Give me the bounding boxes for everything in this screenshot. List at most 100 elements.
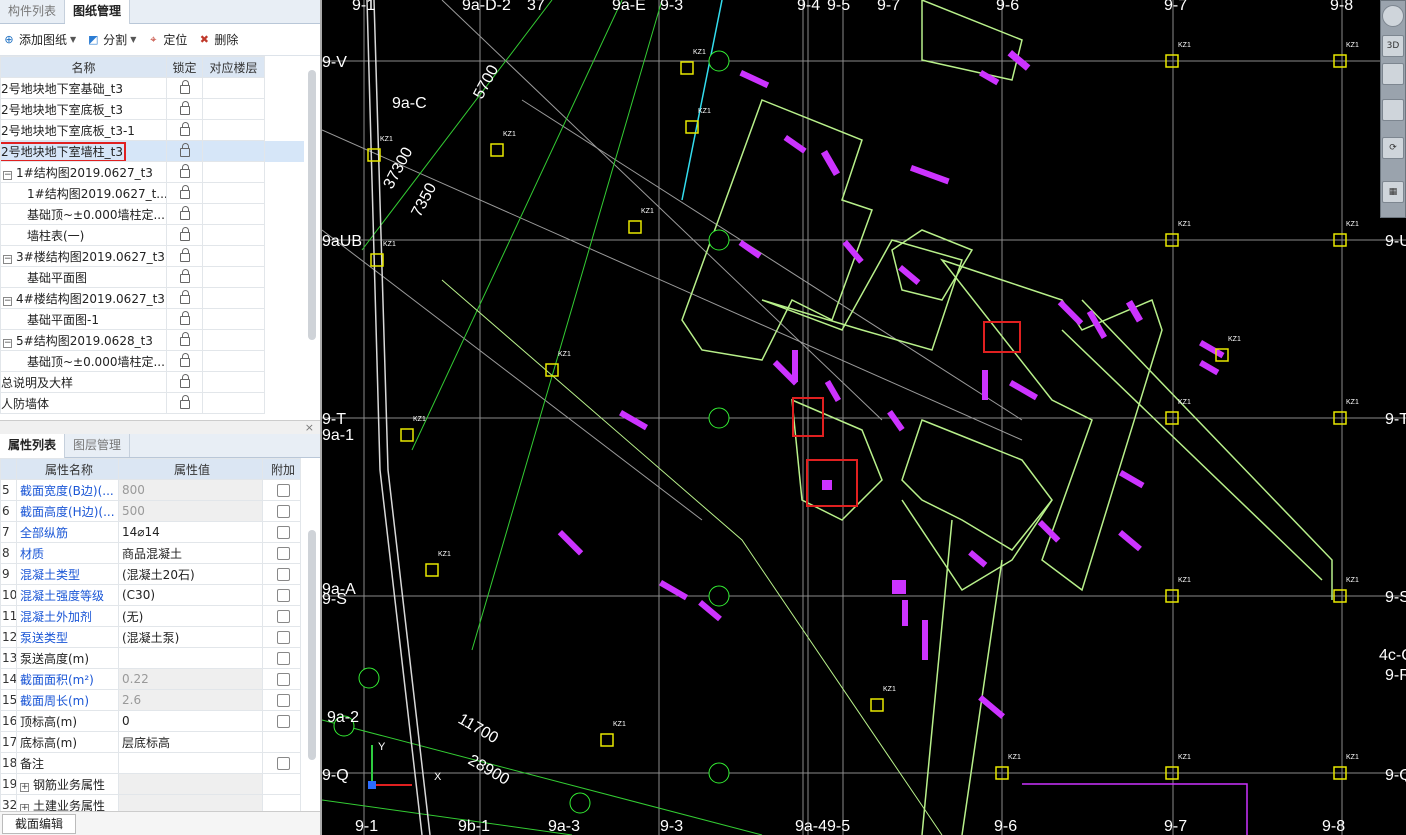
floor-cell[interactable] (202, 350, 265, 372)
rotate-icon[interactable]: ⟳ (1382, 137, 1404, 159)
property-row[interactable]: 16 顶标高(m) 0 (0, 710, 301, 732)
property-scrollbar[interactable] (308, 530, 316, 760)
lock-icon[interactable] (179, 122, 190, 136)
drawing-name-cell[interactable]: 2号地块地下室墙柱_t3 (0, 140, 167, 162)
floor-cell[interactable] (202, 203, 265, 225)
drawing-name-cell[interactable]: 1#结构图2019.0627_t... (0, 182, 167, 204)
property-value[interactable] (118, 773, 263, 795)
drawing-row[interactable]: 2号地块地下室基础_t3 (0, 77, 305, 99)
attach-checkbox[interactable] (276, 526, 290, 539)
drawing-name-cell[interactable]: −4#楼结构图2019.0627_t3 (0, 287, 167, 309)
property-row[interactable]: 19 + 钢筋业务属性 (0, 773, 301, 795)
property-value[interactable]: 500 (118, 500, 263, 522)
floor-cell[interactable] (202, 245, 265, 267)
property-value[interactable]: (无) (118, 605, 263, 627)
drawing-row[interactable]: 2号地块地下室底板_t3-1 (0, 119, 305, 141)
cad-canvas[interactable]: KZ1 KZ1 KZ1 KZ1 KZ1 KZ1 KZ1 KZ1 KZ1 KZ1 KZ1 KZ1 KZ1 K… (322, 0, 1406, 835)
lock-cell[interactable] (166, 203, 203, 225)
lock-icon[interactable] (179, 248, 190, 262)
drawing-scrollbar[interactable] (308, 70, 316, 340)
attach-checkbox[interactable] (276, 547, 290, 560)
column-header-prop-value[interactable]: 属性值 (118, 458, 263, 480)
column-header-prop-name[interactable]: 属性名称 (16, 458, 119, 480)
lock-cell[interactable] (166, 224, 203, 246)
lock-cell[interactable] (166, 308, 203, 330)
property-row[interactable]: 14 截面面积(m²) 0.22 (0, 668, 301, 690)
property-value[interactable] (118, 752, 263, 774)
property-row[interactable]: 17 底标高(m) 层底标高 (0, 731, 301, 753)
panel-separator[interactable]: × (0, 420, 320, 434)
property-row[interactable]: 7 全部纵筋 14⌀14 (0, 521, 301, 543)
cube-top-icon[interactable] (1382, 99, 1404, 121)
drawing-name-cell[interactable]: 基础顶~±0.000墙柱定... (0, 350, 167, 372)
floor-cell[interactable] (202, 98, 265, 120)
lock-icon[interactable] (179, 143, 190, 157)
drawing-row[interactable]: 墙柱表(一) (0, 224, 305, 246)
layer-grid-icon[interactable]: ▦ (1382, 181, 1404, 203)
property-row[interactable]: 8 材质 商品混凝土 (0, 542, 301, 564)
floor-cell[interactable] (202, 77, 265, 99)
property-value[interactable]: 商品混凝土 (118, 542, 263, 564)
property-value[interactable]: (混凝土20石) (118, 563, 263, 585)
property-value[interactable]: 2.6 (118, 689, 263, 711)
property-row[interactable]: 12 泵送类型 (混凝土泵) (0, 626, 301, 648)
lock-cell[interactable] (166, 119, 203, 141)
sphere-view-icon[interactable] (1382, 5, 1404, 27)
lock-cell[interactable] (166, 140, 203, 162)
drawing-name-cell[interactable]: −5#结构图2019.0628_t3 (0, 329, 167, 351)
drawing-name-cell[interactable]: −3#楼结构图2019.0627_t3 (0, 245, 167, 267)
tab-layer-management[interactable]: 图层管理 (65, 434, 131, 457)
view-3d-button[interactable]: 3D (1382, 35, 1404, 57)
property-row[interactable]: 6 截面高度(H边)(... 500 (0, 500, 301, 522)
drawing-row[interactable]: 基础平面图 (0, 266, 305, 288)
lock-cell[interactable] (166, 371, 203, 393)
floor-cell[interactable] (202, 371, 265, 393)
floor-cell[interactable] (202, 161, 265, 183)
lock-cell[interactable] (166, 182, 203, 204)
attach-checkbox[interactable] (276, 757, 290, 770)
split-button[interactable]: ◩ 分割 ▼ (86, 31, 136, 48)
property-value[interactable]: 层底标高 (118, 731, 263, 753)
lock-icon[interactable] (179, 290, 190, 304)
floor-cell[interactable] (202, 119, 265, 141)
property-value[interactable] (118, 647, 263, 669)
locate-button[interactable]: ⌖ 定位 (146, 31, 187, 48)
floor-cell[interactable] (202, 266, 265, 288)
drawing-row[interactable]: 总说明及大样 (0, 371, 305, 393)
attach-checkbox[interactable] (276, 673, 290, 686)
collapse-icon[interactable]: − (3, 338, 12, 348)
drawing-row[interactable]: 人防墙体 (0, 392, 305, 414)
floor-cell[interactable] (202, 182, 265, 204)
lock-icon[interactable] (179, 269, 190, 283)
attach-checkbox[interactable] (276, 568, 290, 581)
drawing-name-cell[interactable]: 基础顶~±0.000墙柱定... (0, 203, 167, 225)
collapse-icon[interactable]: − (3, 296, 12, 306)
section-edit-button[interactable]: 截面编辑 (2, 814, 77, 834)
drawing-name-cell[interactable]: 基础平面图-1 (0, 308, 167, 330)
drawing-row[interactable]: 基础顶~±0.000墙柱定... (0, 203, 305, 225)
drawing-name-cell[interactable]: 总说明及大样 (0, 371, 167, 393)
drawing-row[interactable]: 1#结构图2019.0627_t... (0, 182, 305, 204)
cad-drawing[interactable]: KZ1 KZ1 KZ1 KZ1 KZ1 KZ1 KZ1 KZ1 KZ1 KZ1 KZ1 KZ1 KZ1 K… (322, 0, 1406, 835)
lock-icon[interactable] (179, 395, 190, 409)
lock-cell[interactable] (166, 77, 203, 99)
floor-cell[interactable] (202, 308, 265, 330)
lock-cell[interactable] (166, 98, 203, 120)
attach-checkbox[interactable] (276, 694, 290, 707)
lock-icon[interactable] (179, 206, 190, 220)
drawing-row[interactable]: 2号地块地下室墙柱_t3 (0, 140, 305, 162)
lock-icon[interactable] (179, 311, 190, 325)
property-value[interactable]: 0.22 (118, 668, 263, 690)
close-icon[interactable]: × (305, 421, 314, 435)
drawing-row[interactable]: 基础顶~±0.000墙柱定... (0, 350, 305, 372)
property-row[interactable]: 18 备注 (0, 752, 301, 774)
property-value[interactable]: 800 (118, 479, 263, 501)
drawing-name-cell[interactable]: 2号地块地下室底板_t3 (0, 98, 167, 120)
drawing-row[interactable]: −1#结构图2019.0627_t3 (0, 161, 305, 183)
tab-component-list[interactable]: 构件列表 (0, 0, 66, 23)
drawing-name-cell[interactable]: 2号地块地下室底板_t3-1 (0, 119, 167, 141)
property-value[interactable]: 0 (118, 710, 263, 732)
floor-cell[interactable] (202, 224, 265, 246)
attach-checkbox[interactable] (276, 589, 290, 602)
property-value[interactable]: (C30) (118, 584, 263, 606)
